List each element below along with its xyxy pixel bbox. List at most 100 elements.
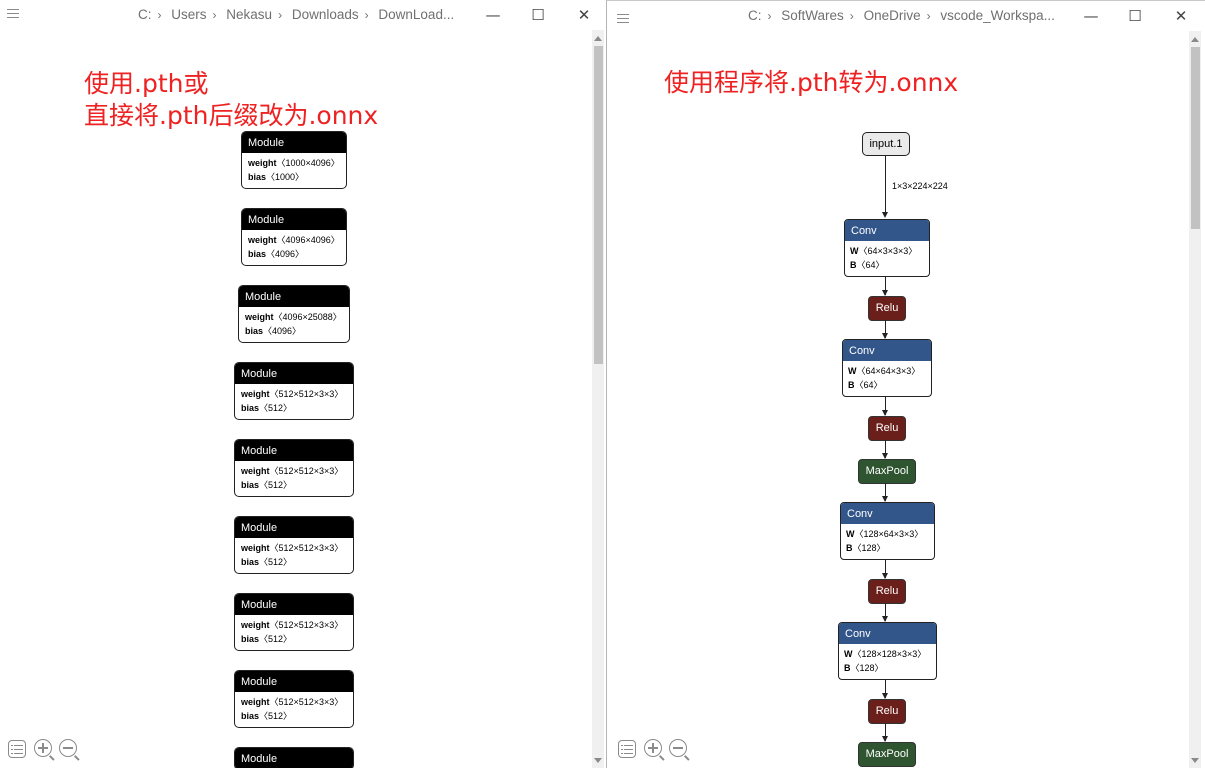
attribute-name: weight — [241, 697, 270, 707]
attribute-name: bias — [241, 634, 260, 644]
minimize-icon[interactable]: — — [1078, 5, 1104, 27]
minimize-icon[interactable]: — — [480, 4, 506, 26]
breadcrumb-item[interactable]: Downloads — [292, 7, 359, 22]
maxpool-node[interactable]: MaxPool — [858, 459, 916, 484]
relu-node[interactable]: Relu — [868, 579, 906, 604]
node-type-label: Conv — [845, 220, 929, 241]
annotation-line-2: 直接将.pth后缀改为.onnx — [84, 101, 379, 130]
properties-list-icon[interactable] — [8, 740, 26, 758]
attribute-name: bias — [241, 557, 260, 567]
properties-list-icon[interactable] — [618, 740, 636, 758]
scroll-up-icon[interactable] — [594, 36, 602, 41]
attribute-row: weight〈4096×4096〉 — [248, 233, 340, 247]
scroll-thumb[interactable] — [1191, 47, 1200, 229]
breadcrumb-item[interactable]: C: — [748, 8, 762, 23]
close-icon[interactable]: ✕ — [571, 4, 597, 26]
hamburger-icon[interactable] — [617, 14, 629, 26]
module-title: Module — [242, 132, 346, 153]
breadcrumb-item[interactable]: Nekasu — [226, 7, 272, 22]
breadcrumb: C: › Users › Nekasu › Downloads › DownLoad..… — [138, 7, 468, 25]
module-attributes: weight〈512×512×3×3〉 bias〈512〉 — [235, 538, 353, 573]
conv-node[interactable]: Conv W〈128×64×3×3〉 B〈128〉 — [840, 502, 935, 560]
left-titlebar: C: › Users › Nekasu › Downloads › DownLoad..… — [0, 0, 606, 30]
attribute-name: weight — [248, 158, 277, 168]
breadcrumb-item[interactable]: vscode_Workspa... — [940, 8, 1055, 23]
breadcrumb-item[interactable]: OneDrive — [864, 8, 921, 23]
attribute-name: W — [848, 366, 857, 376]
attribute-shape: 〈512×512×3×3〉 — [269, 697, 344, 707]
relu-node[interactable]: Relu — [868, 699, 906, 724]
attribute-row: weight〈512×512×3×3〉 — [241, 464, 347, 478]
attribute-row: weight〈512×512×3×3〉 — [241, 695, 347, 709]
chevron-right-icon: › — [278, 8, 283, 22]
module-title: Module — [235, 440, 353, 461]
conv-node[interactable]: Conv W〈64×3×3×3〉 B〈64〉 — [844, 219, 930, 277]
attribute-row: bias〈512〉 — [241, 632, 347, 646]
scroll-up-icon[interactable] — [1191, 37, 1199, 42]
relu-node[interactable]: Relu — [868, 416, 906, 441]
attribute-row: bias〈512〉 — [241, 401, 347, 415]
attribute-row: B〈128〉 — [844, 661, 931, 675]
module-node[interactable]: Module weight〈4096×4096〉 bias〈4096〉 — [241, 208, 347, 266]
breadcrumb-item[interactable]: SoftWares — [781, 8, 844, 23]
attribute-shape: 〈4096〉 — [266, 249, 305, 259]
attribute-shape: 〈4096×25088〉 — [273, 312, 342, 322]
module-attributes: weight〈512×512×3×3〉 bias〈512〉 — [235, 692, 353, 727]
attribute-row: weight〈512×512×3×3〉 — [241, 618, 347, 632]
attribute-row: W〈64×64×3×3〉 — [848, 364, 926, 378]
attribute-shape: 〈512×512×3×3〉 — [269, 543, 344, 553]
module-node[interactable]: Module weight〈512×512×3×3〉 bias〈512〉 — [234, 439, 354, 497]
conv-node[interactable]: Conv W〈128×128×3×3〉 B〈128〉 — [838, 622, 937, 680]
maxpool-node[interactable]: MaxPool — [858, 742, 916, 767]
breadcrumb-item[interactable]: Users — [171, 7, 206, 22]
attribute-name: W — [846, 529, 855, 539]
attribute-shape: 〈64×3×3×3〉 — [858, 246, 918, 256]
module-node[interactable]: Module weight〈512×512×3×3〉 bias〈512〉 — [234, 670, 354, 728]
module-node[interactable]: Module weight〈512×512×3×3〉 bias〈512〉 — [234, 516, 354, 574]
module-title: Module — [235, 363, 353, 384]
attribute-row: weight〈4096×25088〉 — [245, 310, 343, 324]
attribute-row: bias〈512〉 — [241, 709, 347, 723]
module-node[interactable]: Module — [234, 747, 354, 768]
attribute-name: W — [850, 246, 859, 256]
module-node[interactable]: Module weight〈512×512×3×3〉 bias〈512〉 — [234, 362, 354, 420]
maximize-icon[interactable]: ☐ — [1122, 5, 1148, 27]
hamburger-icon[interactable] — [7, 9, 19, 21]
attribute-row: bias〈512〉 — [241, 555, 347, 569]
close-icon[interactable]: ✕ — [1168, 5, 1194, 27]
node-attributes: W〈128×128×3×3〉 B〈128〉 — [839, 644, 936, 679]
node-attributes: W〈64×3×3×3〉 B〈64〉 — [845, 241, 929, 276]
attribute-row: bias〈4096〉 — [245, 324, 343, 338]
node-attributes: W〈64×64×3×3〉 B〈64〉 — [843, 361, 931, 396]
attribute-name: weight — [241, 620, 270, 630]
scroll-down-icon[interactable] — [1191, 758, 1199, 763]
module-node[interactable]: Module weight〈512×512×3×3〉 bias〈512〉 — [234, 593, 354, 651]
annotation: 使用程序将.pth转为.onnx — [664, 68, 959, 97]
scroll-thumb[interactable] — [594, 46, 603, 364]
attribute-name: weight — [241, 389, 270, 399]
attribute-shape: 〈512〉 — [259, 711, 293, 721]
attribute-shape: 〈512〉 — [259, 557, 293, 567]
conv-node[interactable]: Conv W〈64×64×3×3〉 B〈64〉 — [842, 339, 932, 397]
maximize-icon[interactable]: ☐ — [525, 4, 551, 26]
module-title: Module — [235, 517, 353, 538]
vertical-scrollbar[interactable] — [592, 30, 604, 768]
module-node[interactable]: Module weight〈4096×25088〉 bias〈4096〉 — [238, 285, 350, 343]
breadcrumb-item[interactable]: C: — [138, 7, 152, 22]
vertical-scrollbar[interactable] — [1189, 31, 1201, 768]
module-node[interactable]: Module weight〈1000×4096〉 bias〈1000〉 — [241, 131, 347, 189]
relu-node[interactable]: Relu — [868, 296, 906, 321]
attribute-row: W〈64×3×3×3〉 — [850, 244, 924, 258]
attribute-name: weight — [241, 543, 270, 553]
module-title: Module — [235, 748, 353, 768]
module-title: Module — [235, 594, 353, 615]
edge-shape-label: 1×3×224×224 — [892, 181, 948, 191]
scroll-down-icon[interactable] — [594, 758, 602, 763]
attribute-name: bias — [245, 326, 264, 336]
module-title: Module — [239, 286, 349, 307]
breadcrumb: C: › SoftWares › OneDrive › vscode_Workspa.… — [748, 8, 1068, 26]
attribute-shape: 〈64×64×3×3〉 — [856, 366, 921, 376]
input-node[interactable]: input.1 — [862, 132, 910, 156]
attribute-shape: 〈512〉 — [259, 634, 293, 644]
breadcrumb-item[interactable]: DownLoad... — [378, 7, 454, 22]
